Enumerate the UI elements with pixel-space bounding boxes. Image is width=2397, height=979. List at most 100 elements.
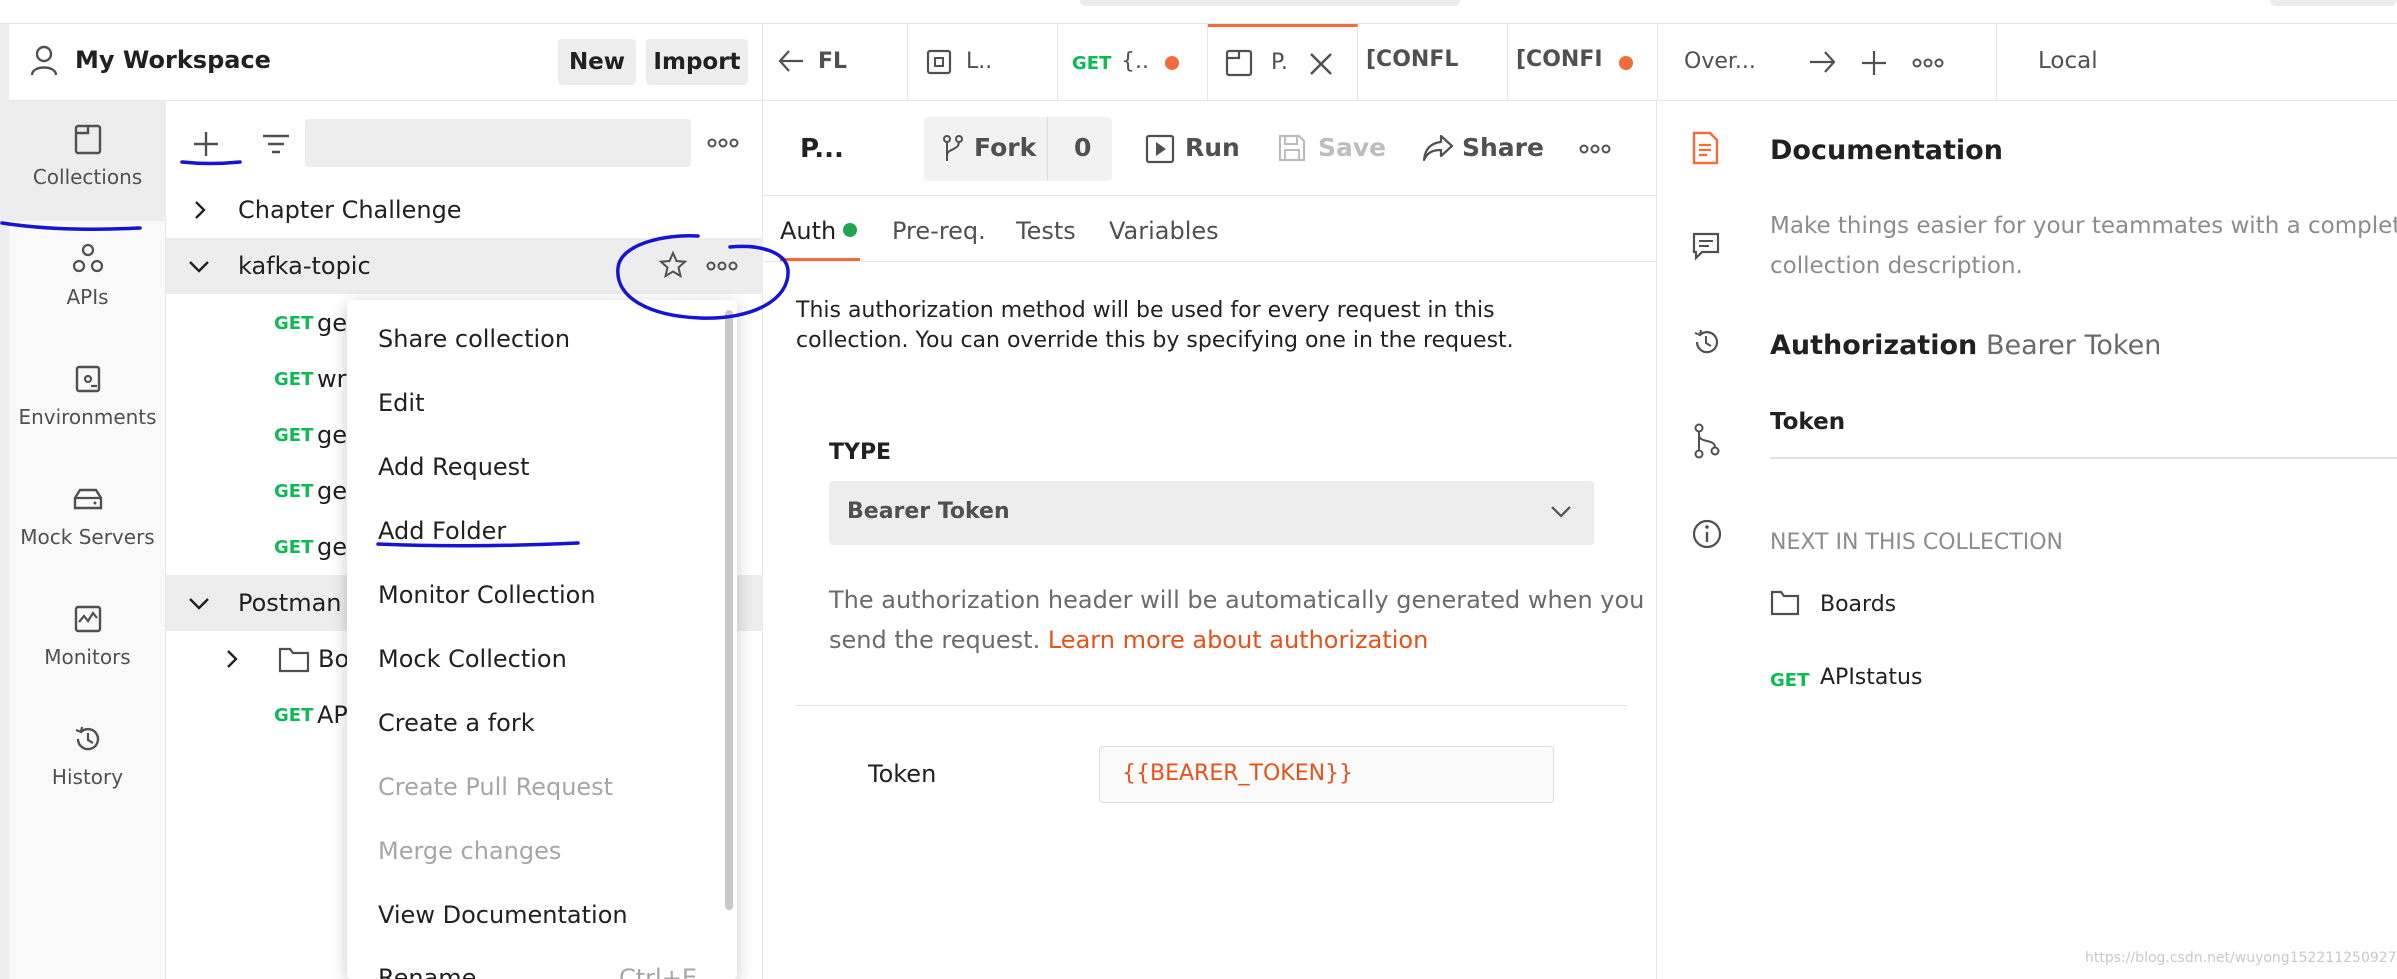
documentation-placeholder[interactable]: Make things easier for your teammates wi… (1770, 206, 2397, 286)
watermark: https://blog.csdn.net/wuyong152211250927 (2085, 950, 2397, 966)
menu-item-create-fork[interactable]: Create a fork (378, 709, 535, 737)
mock-servers-icon (70, 481, 106, 517)
run-icon (1145, 134, 1175, 164)
new-button[interactable]: New (558, 39, 636, 85)
tab-1[interactable]: FL (763, 24, 908, 101)
tabs-more-icon[interactable] (1911, 53, 1945, 73)
auth-type-value: Bearer Token (847, 499, 1010, 524)
import-button[interactable]: Import (646, 39, 748, 85)
collection-more-icon[interactable] (705, 256, 739, 276)
share-button[interactable]: Share (1462, 133, 1544, 162)
window-control-edge[interactable] (2270, 0, 2397, 6)
tab-3[interactable]: GET {.. (1058, 24, 1208, 101)
token-value: {{BEARER_TOKEN}} (1122, 761, 1354, 786)
type-label: TYPE (829, 440, 892, 465)
arrow-right-icon[interactable] (1808, 48, 1838, 76)
menu-item-rename[interactable]: Rename (378, 964, 476, 979)
fork-button[interactable]: Fork (924, 117, 1048, 181)
changelog-icon[interactable] (1691, 327, 1721, 357)
workspace-title[interactable]: My Workspace (75, 46, 271, 74)
environment-selector[interactable]: Local (2038, 48, 2098, 74)
folder-icon (1770, 589, 1800, 617)
tab-label: Over... (1684, 49, 1756, 74)
collection-chapter-challenge[interactable]: Chapter Challenge (166, 182, 763, 238)
more-options-icon[interactable] (706, 133, 740, 153)
rail-item-history[interactable]: History (9, 701, 166, 821)
info-icon[interactable] (1691, 518, 1723, 550)
chevron-down-icon (188, 597, 210, 611)
rail-item-environments[interactable]: Environments (9, 341, 166, 461)
chevron-right-icon (192, 200, 208, 220)
rail-label: Monitors (44, 645, 131, 669)
auth-note: The authorization header will be automat… (829, 580, 1644, 660)
folder-icon (278, 645, 310, 673)
new-tab-icon[interactable] (1859, 48, 1889, 78)
environments-icon (70, 361, 106, 397)
documentation-title: Documentation (1770, 135, 2003, 166)
request-more-icon[interactable] (1578, 139, 1612, 159)
token-heading: Token (1770, 409, 1846, 435)
left-edge (0, 24, 9, 979)
tab-active[interactable]: P. (1208, 24, 1358, 101)
comments-icon[interactable] (1691, 231, 1721, 261)
fork-label: Fork (974, 133, 1037, 162)
tab-auth[interactable]: Auth (780, 217, 836, 245)
documentation-icon[interactable] (1691, 131, 1719, 165)
rail-item-collections[interactable]: Collections (9, 101, 166, 221)
save-icon (1277, 133, 1307, 163)
rail-label: Mock Servers (20, 525, 155, 549)
close-icon[interactable] (1307, 50, 1335, 78)
learn-more-link[interactable]: Learn more about authorization (1048, 626, 1428, 654)
menu-scrollbar[interactable] (725, 310, 733, 910)
tab-pre-request[interactable]: Pre-req. (892, 217, 986, 245)
collection-kafka-topic[interactable]: kafka-topic (166, 238, 763, 294)
method-badge: GET (274, 537, 314, 558)
menu-item-view-documentation[interactable]: View Documentation (378, 901, 628, 929)
next-folder-link[interactable]: Boards (1820, 592, 1896, 617)
top-strip (0, 0, 2397, 24)
header-divider (763, 195, 1656, 196)
auth-note-line: send the request. (829, 626, 1041, 654)
menu-item-add-folder[interactable]: Add Folder (378, 517, 506, 545)
rename-shortcut: Ctrl+E (619, 964, 697, 979)
star-icon[interactable] (658, 250, 688, 280)
history-icon (70, 721, 106, 757)
run-button[interactable]: Run (1185, 133, 1240, 162)
method-badge: GET (274, 705, 314, 726)
token-input[interactable]: {{BEARER_TOKEN}} (1099, 746, 1554, 803)
menu-item-mock-collection[interactable]: Mock Collection (378, 645, 567, 673)
share-icon (1422, 133, 1454, 163)
collection-title[interactable]: P... (800, 134, 844, 164)
add-collection-icon[interactable] (188, 126, 224, 162)
tab-tests[interactable]: Tests (1016, 217, 1076, 245)
rail-item-apis[interactable]: APIs (9, 221, 166, 341)
sidebar-rail: Collections APIs Environments Mock Serve… (9, 101, 166, 979)
collections-icon (70, 121, 106, 157)
method-badge: GET (1770, 670, 1810, 691)
tab-label: FL (818, 49, 848, 74)
menu-item-monitor-collection[interactable]: Monitor Collection (378, 581, 596, 609)
menu-item-add-request[interactable]: Add Request (378, 453, 530, 481)
menu-item-merge-changes: Merge changes (378, 837, 562, 865)
request-name: wr (317, 365, 347, 393)
menu-item-share-collection[interactable]: Share collection (378, 325, 570, 353)
rail-item-mock-servers[interactable]: Mock Servers (9, 461, 166, 581)
tab-6[interactable]: [CONFI (1508, 24, 1658, 101)
pull-requests-icon[interactable] (1693, 423, 1721, 459)
user-icon (29, 44, 59, 76)
auth-type-select[interactable]: Bearer Token (829, 481, 1594, 545)
search-collections-input[interactable] (305, 119, 691, 167)
collection-tab-icon (1224, 48, 1254, 78)
next-request-link[interactable]: APIstatus (1820, 665, 1922, 690)
filter-icon[interactable] (258, 126, 294, 162)
tab-label: [CONFI (1516, 47, 1603, 72)
rail-item-monitors[interactable]: Monitors (9, 581, 166, 701)
tab-variables[interactable]: Variables (1109, 217, 1219, 245)
menu-item-edit[interactable]: Edit (378, 389, 424, 417)
tab-5[interactable]: [CONFL (1358, 24, 1508, 101)
collection-name: kafka-topic (238, 252, 371, 280)
tab-2[interactable]: L.. (908, 24, 1058, 101)
search-bar-edge[interactable] (1080, 0, 1460, 6)
fork-group: Fork 0 (924, 117, 1112, 181)
arrow-left-icon (777, 48, 805, 74)
